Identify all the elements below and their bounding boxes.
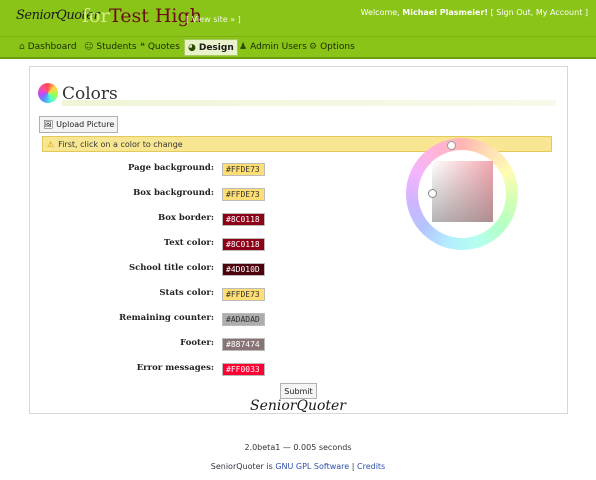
footer-color-swatch[interactable]: #887474	[222, 338, 265, 351]
welcome-prefix: Welcome,	[360, 8, 400, 17]
main-nav: ⌂ Dashboard ☺ Students ❝ Quotes ◕ Design…	[0, 36, 596, 59]
footer-color-label: Footer:	[180, 338, 214, 348]
hue-handle[interactable]	[447, 141, 456, 150]
view-site-link[interactable]: [ View site » ]	[186, 15, 241, 24]
footer-links: SeniorQuoter is GNU GPL Software | Credi…	[0, 462, 596, 471]
error-messages-label: Error messages:	[136, 363, 214, 373]
home-icon: ⌂	[19, 41, 25, 52]
page-background-swatch[interactable]: #FFDE73	[222, 163, 265, 176]
stats-color-swatch[interactable]: #FFDE73	[222, 288, 265, 301]
upload-picture-button[interactable]: 🖼 Upload Picture	[39, 116, 119, 133]
stats-color-label: Stats color:	[159, 288, 214, 298]
text-color-label: Text color:	[163, 238, 214, 248]
footer-logo[interactable]: SeniorQuoter	[0, 398, 596, 414]
nav-design[interactable]: ◕ Design	[184, 39, 238, 56]
footer-prefix: SeniorQuoter is	[210, 462, 273, 471]
picture-icon: 🖼	[43, 120, 54, 129]
alert-text: First, click on a color to change	[58, 139, 183, 149]
footer-version: 2.0beta1 — 0.005 seconds	[244, 443, 352, 452]
nav-label: Dashboard	[27, 41, 77, 52]
remaining-counter-swatch[interactable]: #ADADAD	[222, 313, 265, 326]
error-messages-swatch[interactable]: #FF0033	[222, 363, 265, 376]
title-underline	[62, 100, 556, 106]
my-account-link[interactable]: My Account ]	[536, 8, 588, 17]
gear-icon: ⚙	[309, 41, 318, 52]
nav-dashboard[interactable]: ⌂ Dashboard	[16, 39, 80, 54]
warning-icon: ⚠	[47, 139, 55, 149]
color-wheel-icon	[38, 83, 58, 103]
welcome-bar: Welcome, Michael Plasmeier! [ Sign Out, …	[361, 8, 588, 17]
nav-quotes[interactable]: ❝ Quotes	[137, 39, 183, 54]
box-border-label: Box border:	[158, 213, 214, 223]
nav-options[interactable]: ⚙ Options	[306, 39, 358, 54]
box-border-swatch[interactable]: #8C0118	[222, 213, 265, 226]
saturation-handle[interactable]	[428, 189, 437, 198]
gpl-link[interactable]: GNU GPL Software	[275, 462, 349, 471]
credits-link[interactable]: Credits	[357, 462, 385, 471]
for-text: for	[82, 5, 110, 27]
school-title-color-swatch[interactable]: #4D010D	[222, 263, 265, 276]
upload-picture-label: Upload Picture	[56, 120, 115, 129]
remaining-counter-label: Remaining counter:	[119, 313, 214, 323]
sign-out-link[interactable]: [ Sign Out,	[491, 8, 534, 17]
admin-users-icon: ♟	[239, 41, 248, 52]
footer-separator: |	[351, 462, 355, 471]
students-icon: ☺	[84, 41, 94, 52]
nav-students[interactable]: ☺ Students	[81, 39, 140, 54]
nav-label: Students	[96, 41, 137, 52]
nav-admin-users[interactable]: ♟ Admin Users	[236, 39, 310, 54]
nav-label: Admin Users	[250, 41, 307, 52]
nav-label: Quotes	[147, 41, 180, 52]
submit-button[interactable]: Submit	[280, 383, 317, 399]
box-background-swatch[interactable]: #FFDE73	[222, 188, 265, 201]
user-name: Michael Plasmeier!	[402, 8, 489, 17]
box-background-label: Box background:	[133, 188, 214, 198]
nav-label: Options	[320, 41, 355, 52]
nav-label: Design	[198, 42, 234, 53]
top-header: SeniorQuoter for Test High [ View site »…	[0, 0, 596, 36]
saturation-square[interactable]	[432, 161, 493, 222]
quotes-icon: ❝	[140, 41, 145, 52]
design-icon: ◕	[188, 42, 196, 53]
page-background-label: Page background:	[127, 163, 214, 173]
text-color-swatch[interactable]: #8C0118	[222, 238, 265, 251]
school-title-color-label: School title color:	[128, 263, 214, 273]
